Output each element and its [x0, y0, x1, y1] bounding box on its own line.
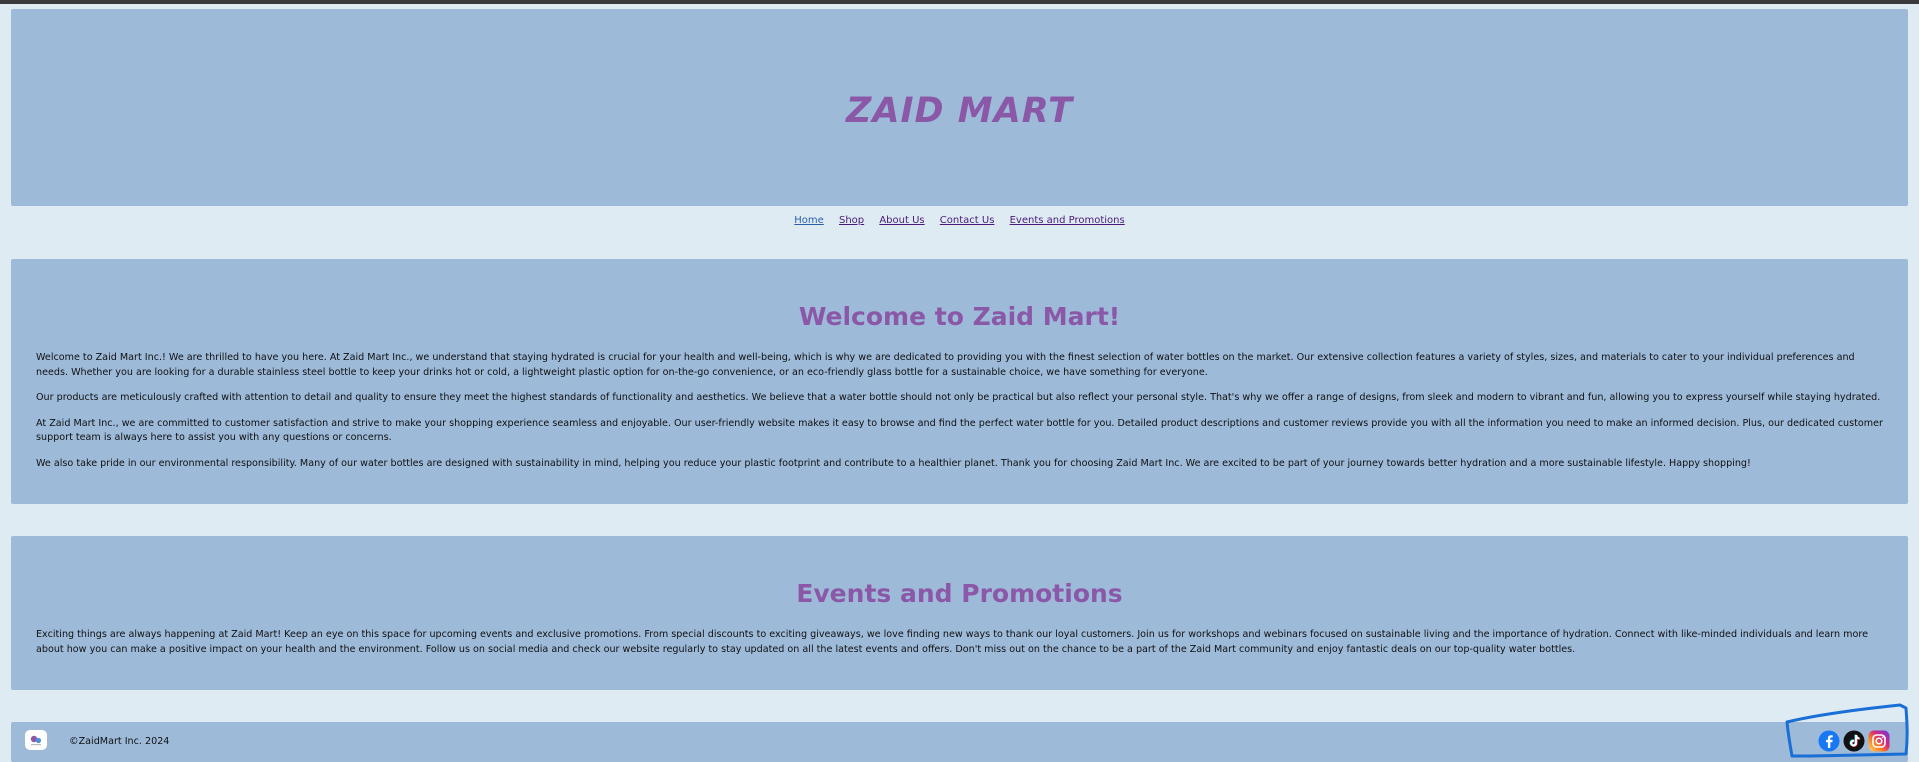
browser-top-bar — [0, 0, 1919, 4]
site-header: ZAID MART — [11, 9, 1908, 206]
welcome-heading: Welcome to Zaid Mart! — [798, 302, 1121, 331]
nav-link-home[interactable]: Home — [794, 215, 824, 226]
events-paragraph: Exciting things are always happening at … — [36, 629, 1869, 655]
nav-link-contact-us[interactable]: Contact Us — [940, 215, 995, 226]
welcome-paragraph: Welcome to Zaid Mart Inc.! We are thrill… — [36, 352, 1855, 378]
welcome-body: Welcome to Zaid Mart Inc.! We are thrill… — [36, 351, 1883, 482]
copyright-text: ©ZaidMart Inc. 2024 — [69, 736, 170, 747]
nav-link-shop[interactable]: Shop — [839, 215, 864, 226]
events-section: Events and Promotions Exciting things ar… — [11, 536, 1908, 690]
welcome-paragraph: Our products are meticulously crafted wi… — [36, 392, 1881, 403]
welcome-paragraph: We also take pride in our environmental … — [36, 457, 1751, 469]
site-footer: ©ZaidMart Inc. 2024 — [11, 722, 1908, 762]
tiktok-icon[interactable] — [1843, 730, 1865, 752]
instagram-icon[interactable] — [1868, 730, 1890, 752]
footer-logo-icon — [25, 730, 47, 750]
main-nav: Home Shop About Us Contact Us Events and… — [0, 215, 1919, 226]
nav-link-events-and-promotions[interactable]: Events and Promotions — [1010, 215, 1125, 226]
site-title: ZAID MART — [846, 91, 1073, 131]
facebook-icon[interactable] — [1818, 730, 1840, 752]
welcome-paragraph: At Zaid Mart Inc., we are committed to c… — [36, 417, 1883, 444]
welcome-section: Welcome to Zaid Mart! Welcome to Zaid Ma… — [11, 259, 1908, 504]
nav-link-about-us[interactable]: About Us — [879, 215, 924, 226]
events-heading: Events and Promotions — [796, 579, 1123, 608]
events-body: Exciting things are always happening at … — [36, 628, 1883, 668]
